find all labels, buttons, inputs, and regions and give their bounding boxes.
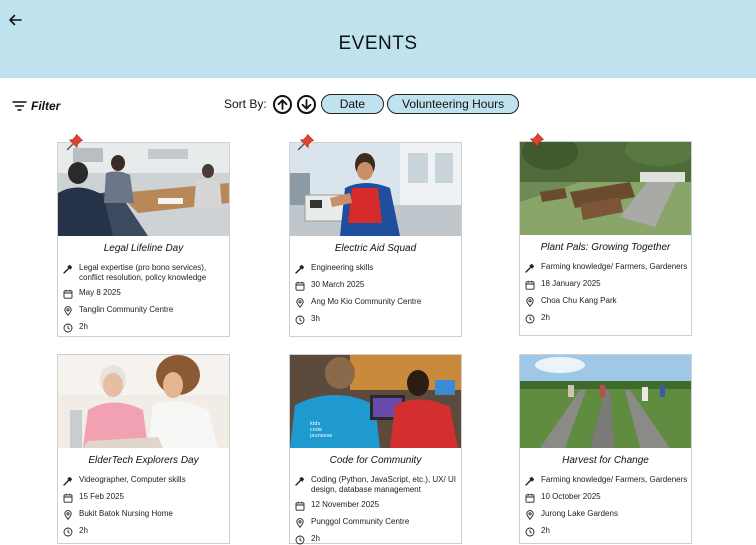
event-duration: 2h — [58, 322, 229, 333]
event-skills: Engineering skills — [290, 263, 461, 274]
event-date: 18 January 2025 — [520, 279, 691, 290]
event-photo — [58, 143, 229, 236]
event-title: ElderTech Explorers Day — [88, 455, 199, 466]
hammer-icon — [63, 264, 73, 274]
event-location: Ang Mo Kio Community Centre — [290, 297, 461, 308]
hammer-icon — [295, 264, 305, 274]
location-pin-icon — [63, 510, 73, 520]
sort-volunteering-hours-chip[interactable]: Volunteering Hours — [387, 94, 520, 114]
sort-ascending-button[interactable] — [272, 94, 292, 114]
event-card-electric-aid-squad[interactable]: Electric Aid Squad Engineering skills 30… — [289, 142, 462, 337]
calendar-icon — [295, 281, 305, 291]
event-duration: 3h — [290, 314, 461, 325]
hammer-icon — [295, 476, 305, 486]
event-duration: 2h — [520, 526, 691, 537]
sort-label: Sort By: — [224, 97, 267, 111]
clock-icon — [525, 527, 535, 537]
filter-icon — [12, 101, 27, 111]
page-title: EVENTS — [338, 33, 418, 54]
app-header: EVENTS — [0, 0, 756, 78]
hammer-icon — [525, 263, 535, 273]
event-photo — [520, 142, 691, 235]
location-pin-icon — [295, 518, 305, 528]
event-skills: Farming knowledge/ Farmers, Gardeners — [520, 475, 691, 486]
event-date: 15 Feb 2025 — [58, 492, 229, 503]
event-date: May 8 2025 — [58, 288, 229, 299]
clock-icon — [63, 323, 73, 333]
event-photo: kids code jeunesse — [290, 355, 461, 448]
event-location: Jurong Lake Gardens — [520, 509, 691, 520]
arrow-up-icon — [277, 98, 288, 110]
event-duration: 2h — [58, 526, 229, 537]
svg-text:jeunesse: jeunesse — [309, 433, 332, 439]
clock-icon — [63, 527, 73, 537]
filter-label: Filter — [31, 99, 61, 113]
event-location: Bukit Batok Nursing Home — [58, 509, 229, 520]
clock-icon — [525, 314, 535, 324]
hammer-icon — [525, 476, 535, 486]
event-photo — [520, 355, 691, 448]
sort-descending-button[interactable] — [296, 94, 316, 114]
event-duration: 2h — [520, 313, 691, 324]
event-title: Legal Lifeline Day — [103, 243, 184, 254]
hammer-icon — [63, 476, 73, 486]
event-card-plant-pals[interactable]: Plant Pals: Growing Together Farming kno… — [519, 141, 692, 336]
event-date: 10 October 2025 — [520, 492, 691, 503]
location-pin-icon — [63, 306, 73, 316]
arrow-down-icon — [301, 98, 312, 110]
sort-date-chip[interactable]: Date — [320, 94, 385, 114]
event-title: Plant Pals: Growing Together — [540, 242, 671, 253]
pushpin-icon — [66, 133, 84, 151]
event-location: Choa Chu Kang Park — [520, 296, 691, 307]
event-skills: Videographer, Computer skills — [58, 475, 229, 486]
location-pin-icon — [525, 510, 535, 520]
location-pin-icon — [295, 298, 305, 308]
event-title: Electric Aid Squad — [334, 243, 417, 254]
event-date: 30 March 2025 — [290, 280, 461, 291]
event-location: Punggol Community Centre — [290, 517, 461, 528]
calendar-icon — [525, 280, 535, 290]
calendar-icon — [525, 493, 535, 503]
event-duration: 2h — [290, 534, 461, 545]
clock-icon — [295, 315, 305, 325]
event-skills: Legal expertise (pro bono services), con… — [58, 263, 229, 282]
arrow-left-icon — [9, 14, 22, 26]
event-skills: Farming knowledge/ Farmers, Gardeners — [520, 262, 691, 273]
event-card-code-for-community[interactable]: kids code jeunesse Code for Community Co… — [289, 354, 462, 544]
clock-icon — [295, 535, 305, 545]
event-card-legal-lifeline-day[interactable]: Legal Lifeline Day Legal expertise (pro … — [57, 142, 230, 337]
pushpin-icon — [297, 133, 315, 151]
back-button[interactable] — [6, 11, 24, 29]
event-card-eldertech-explorers-day[interactable]: ElderTech Explorers Day Videographer, Co… — [57, 354, 230, 544]
event-title: Harvest for Change — [562, 455, 649, 466]
location-pin-icon — [525, 297, 535, 307]
event-photo — [290, 143, 461, 236]
calendar-icon — [63, 289, 73, 299]
sort-bar: Sort By: Date Volunteering Hours — [224, 93, 522, 115]
event-location: Tanglin Community Centre — [58, 305, 229, 316]
calendar-icon — [295, 501, 305, 511]
pushpin-icon — [527, 132, 545, 150]
event-title: Code for Community — [329, 455, 422, 466]
event-date: 12 November 2025 — [290, 500, 461, 511]
filter-button[interactable]: Filter — [12, 97, 60, 115]
event-photo — [58, 355, 229, 448]
calendar-icon — [63, 493, 73, 503]
event-card-harvest-for-change[interactable]: Harvest for Change Farming knowledge/ Fa… — [519, 354, 692, 544]
event-skills: Coding (Python, JavaScript, etc.), UX/ U… — [290, 475, 461, 494]
